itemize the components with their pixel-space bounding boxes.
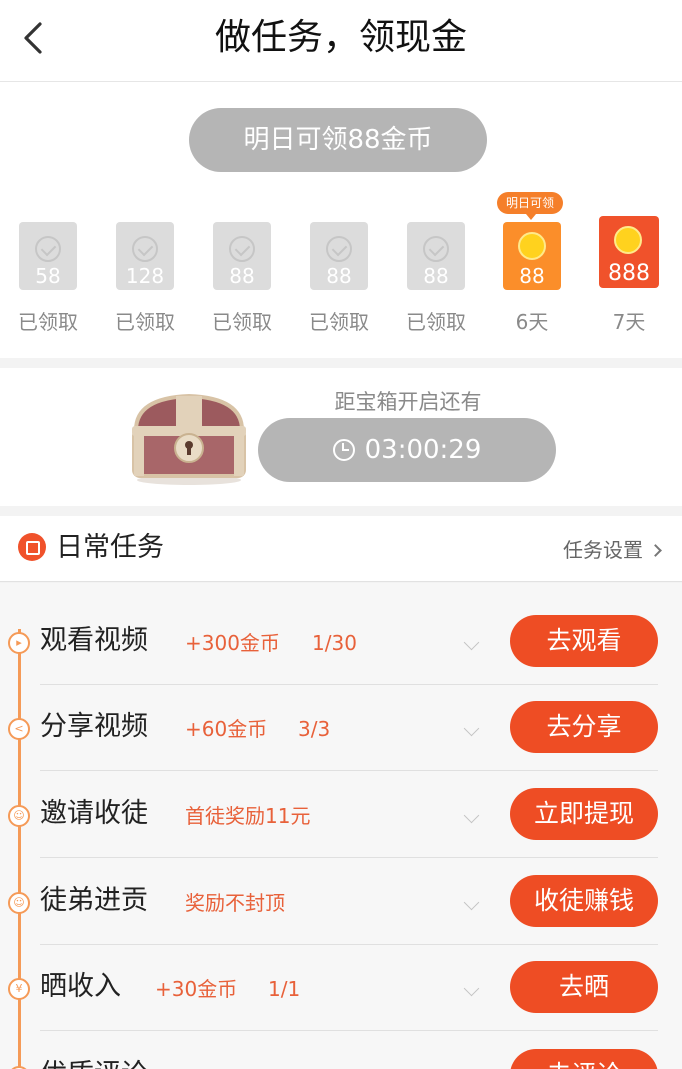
show-income-button[interactable]: 去晒 (510, 961, 658, 1013)
checkin-amount: 88 (423, 264, 449, 288)
task-settings-label: 任务设置 (563, 538, 643, 562)
user-icon: ☺ (8, 805, 30, 827)
task-list: ▸ 观看视频 +300金币 1/30 去观看 < 分享视频 +60金币 3/3 … (0, 583, 682, 1069)
daily-tasks-title: 日常任务 (56, 532, 164, 563)
task-row: ☺ 徒弟进贡 奖励不封顶 收徒赚钱 (0, 859, 682, 945)
coin-icon (518, 232, 546, 260)
checkin-day-2: 128 (116, 222, 174, 290)
share-video-button[interactable]: 去分享 (510, 701, 658, 753)
withdraw-now-button[interactable]: 立即提现 (510, 788, 658, 840)
task-name: 观看视频 (40, 625, 148, 656)
task-name: 邀请收徒 (40, 798, 148, 829)
divider (40, 857, 658, 858)
task-name: 晒收入 (40, 971, 121, 1002)
chevron-down-icon[interactable] (463, 634, 480, 651)
tomorrow-reward-pill: 明日可领88金币 (189, 108, 487, 172)
checkin-day-label: 已领取 (309, 310, 369, 334)
clock-icon (332, 439, 355, 461)
treasure-chest-panel: 距宝箱开启还有 03:00:29 (0, 368, 682, 506)
divider (40, 770, 658, 771)
check-icon (229, 236, 255, 262)
recruit-earn-button[interactable]: 收徒赚钱 (510, 875, 658, 927)
checkin-panel: 明日可领88金币 明日可领 58 128 88 88 88 88 888 已领取… (0, 82, 682, 358)
chest-caption: 距宝箱开启还有 (334, 390, 482, 414)
watch-video-button[interactable]: 去观看 (510, 615, 658, 667)
checkin-day-label: 7天 (612, 310, 646, 334)
task-row: ☺ 邀请收徒 首徒奖励11元 立即提现 (0, 772, 682, 858)
task-settings-link[interactable]: 任务设置 (563, 536, 662, 564)
task-progress: 1/1 (268, 977, 301, 1001)
top-bar: 做任务，领现金 (0, 0, 682, 82)
task-row: ▸ 观看视频 +300金币 1/30 去观看 (0, 599, 682, 685)
check-icon (35, 236, 61, 262)
play-icon: ▸ (8, 632, 30, 654)
checkin-day-1: 58 (19, 222, 77, 290)
countdown-value: 03:00:29 (364, 435, 482, 465)
chevron-right-icon (649, 544, 662, 557)
page-title: 做任务，领现金 (214, 17, 467, 58)
checkin-day-label: 已领取 (18, 310, 78, 334)
task-name: 徒弟进贡 (40, 885, 148, 916)
checkin-amount: 58 (35, 264, 61, 288)
chevron-down-icon[interactable] (463, 720, 480, 737)
task-name: 分享视频 (40, 711, 148, 742)
share-icon: < (8, 718, 30, 740)
chevron-down-icon[interactable] (463, 807, 480, 824)
checkin-day-6[interactable]: 88 (503, 222, 561, 290)
user-icon: ☺ (8, 892, 30, 914)
check-icon (423, 236, 449, 262)
chest-countdown: 03:00:29 (258, 418, 556, 482)
task-row: < 分享视频 +60金币 3/3 去分享 (0, 685, 682, 771)
checkin-amount: 88 (519, 264, 545, 288)
checkin-amount: 88 (326, 264, 352, 288)
checkin-day-3: 88 (213, 222, 271, 290)
checkin-day-5: 88 (407, 222, 465, 290)
calendar-icon (18, 533, 46, 561)
divider (40, 1030, 658, 1031)
checkin-amount: 88 (229, 264, 255, 288)
tomorrow-badge: 明日可领 (497, 192, 563, 220)
checkin-day-label: 已领取 (212, 310, 272, 334)
task-progress: 3/3 (298, 717, 331, 741)
checkin-day-7[interactable]: 888 (599, 216, 659, 288)
daily-tasks-header: 日常任务 任务设置 (0, 516, 682, 582)
task-progress: 1/30 (312, 631, 357, 655)
comment-button[interactable]: 去评论 (510, 1049, 658, 1069)
coin-icon (614, 226, 642, 254)
checkin-amount: 888 (608, 261, 650, 286)
task-row: ¥ 晒收入 +30金币 1/1 去晒 (0, 945, 682, 1031)
check-icon (132, 236, 158, 262)
check-icon (326, 236, 352, 262)
checkin-day-4: 88 (310, 222, 368, 290)
task-name: 优质评论 (40, 1057, 148, 1069)
chevron-down-icon[interactable] (463, 894, 480, 911)
task-reward: +300金币 (185, 631, 280, 655)
task-reward: 奖励不封顶 (185, 891, 285, 915)
treasure-chest-icon[interactable] (128, 386, 250, 486)
task-reward: +30金币 (155, 977, 238, 1001)
checkin-day-label: 6天 (515, 310, 549, 334)
checkin-day-label: 已领取 (406, 310, 466, 334)
task-row: ✎ 优质评论 去评论 (0, 1033, 682, 1069)
chevron-down-icon[interactable] (463, 980, 480, 997)
checkin-day-label: 已领取 (115, 310, 175, 334)
yen-icon: ¥ (8, 978, 30, 1000)
task-reward: 首徒奖励11元 (185, 804, 311, 828)
checkin-amount: 128 (125, 264, 165, 288)
task-reward: +60金币 (185, 717, 268, 741)
